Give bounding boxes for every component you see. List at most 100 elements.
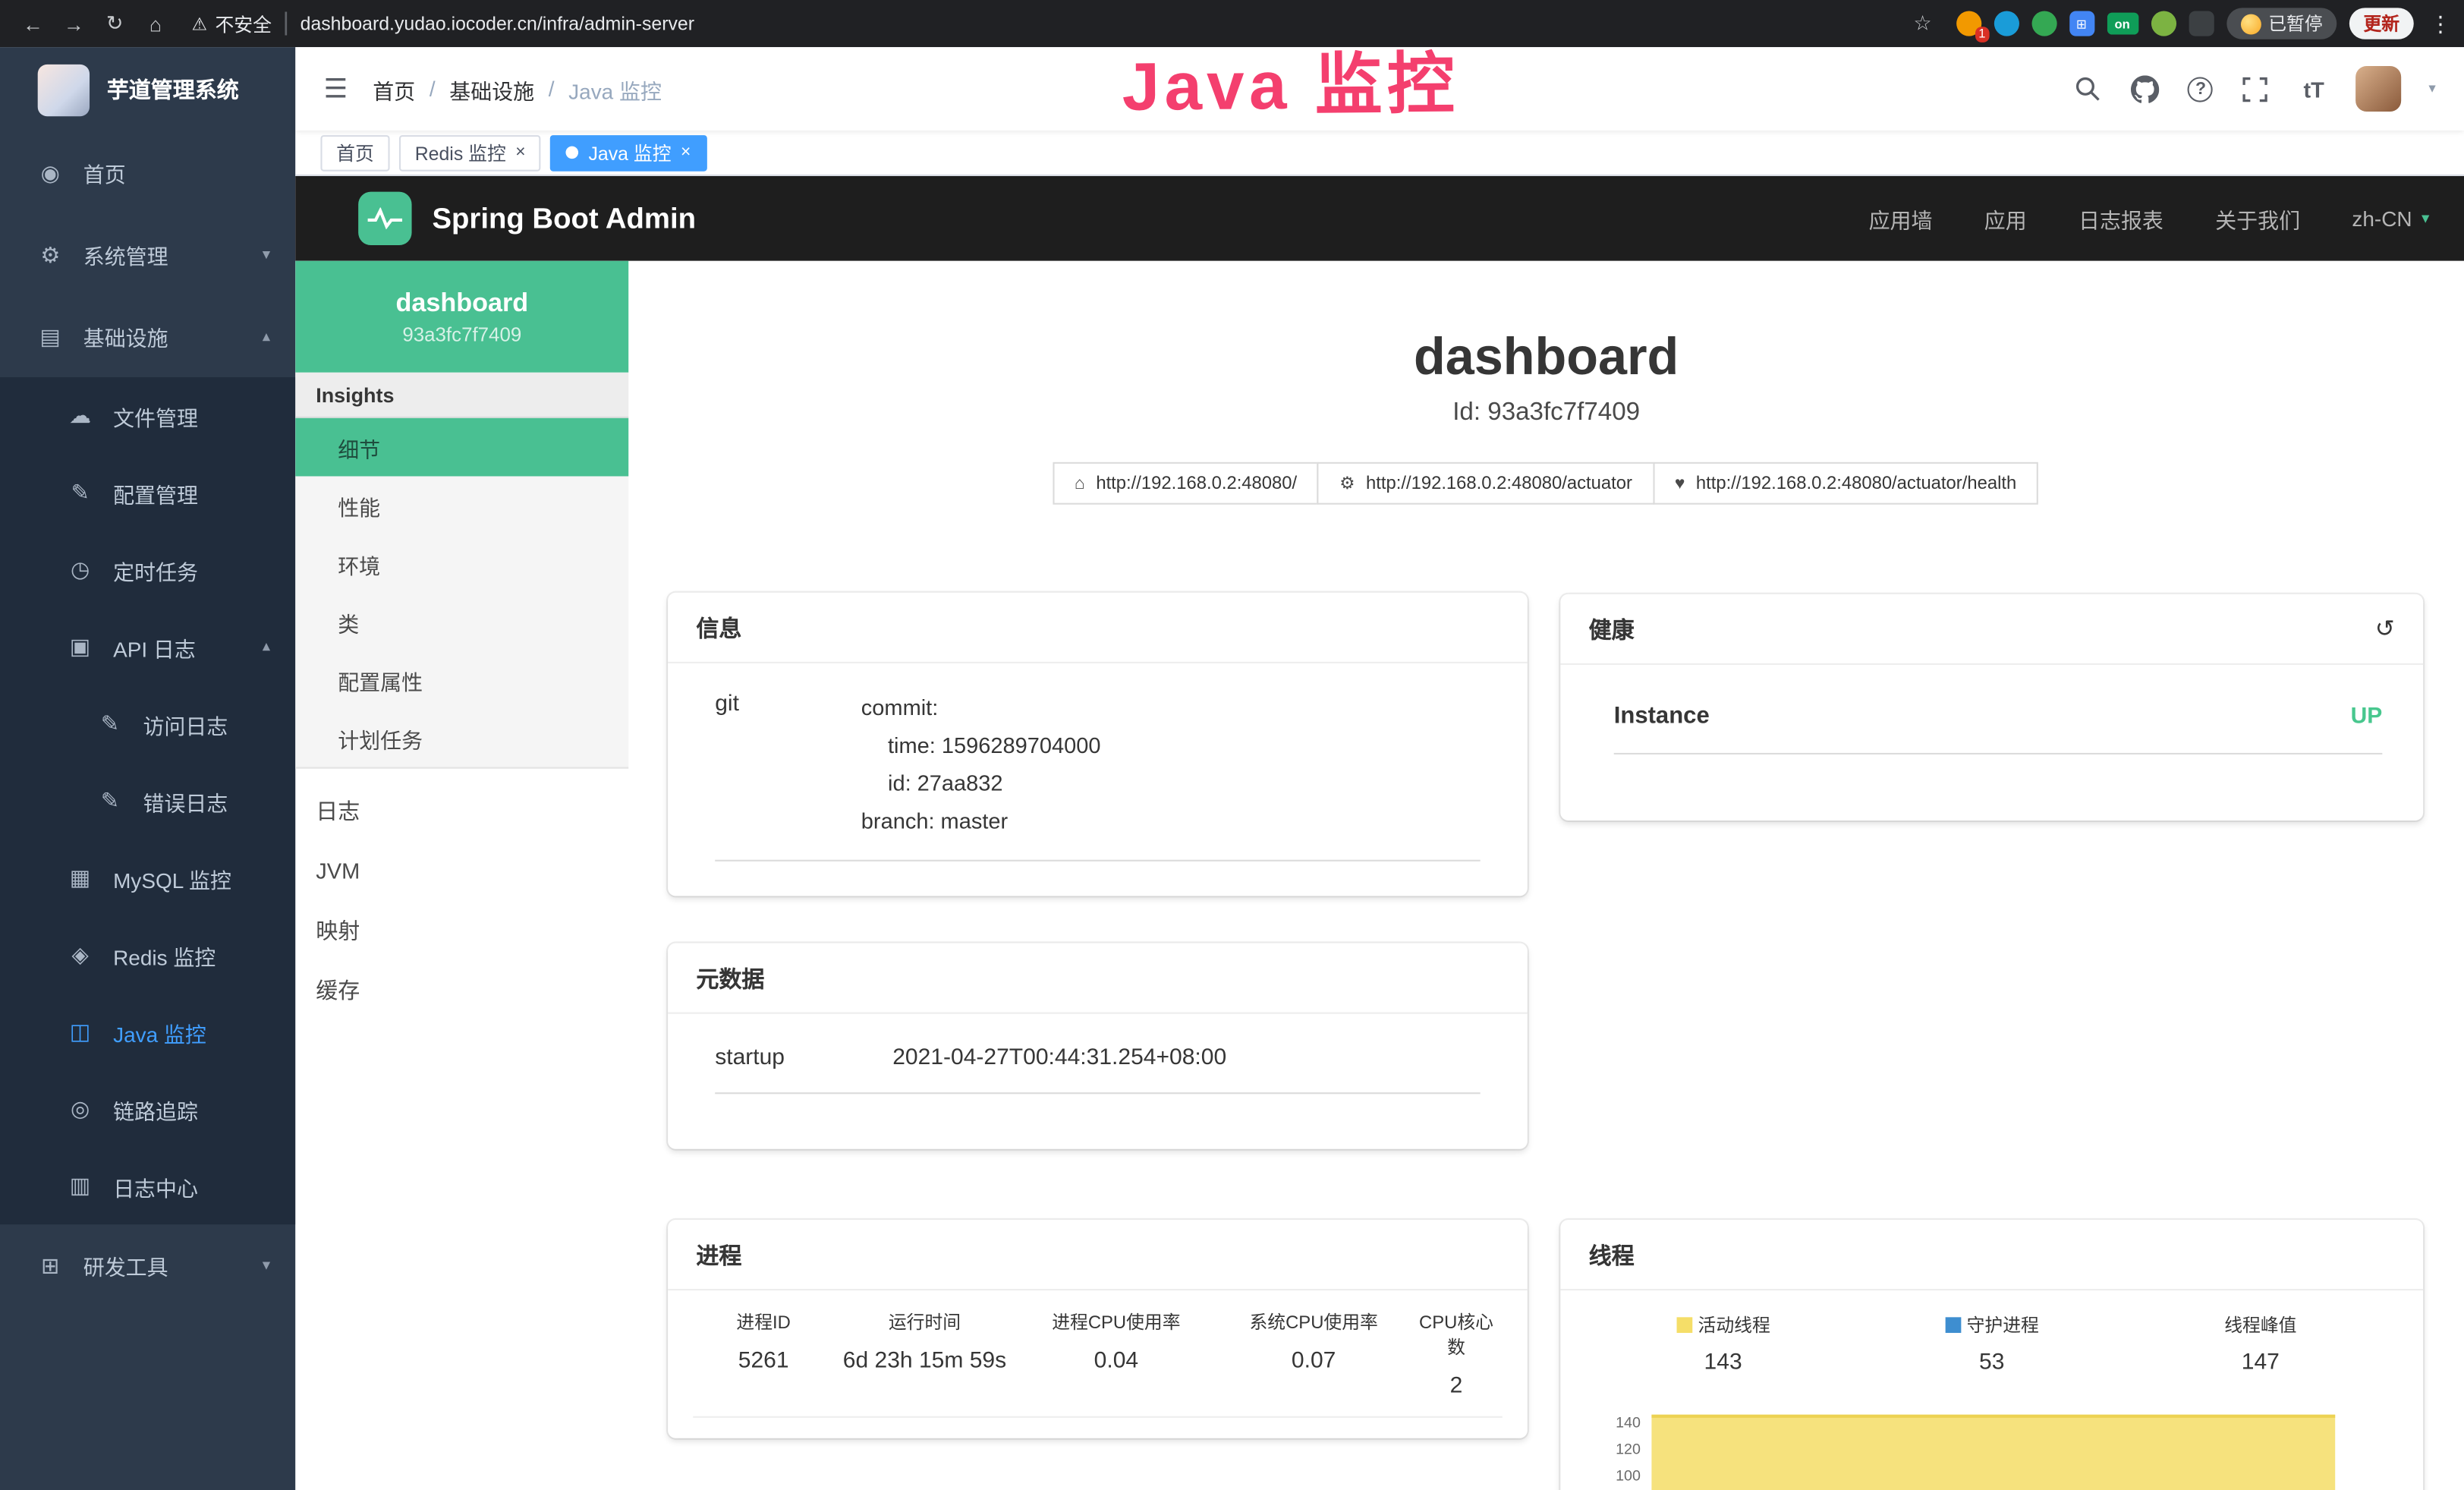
info-row-label: git	[715, 688, 861, 840]
breadcrumb-separator: /	[430, 77, 436, 100]
heartbeat-icon: ♥	[1675, 474, 1685, 493]
sba-item-jvm[interactable]: JVM	[295, 841, 628, 901]
sidebar-item-mysql-monitor[interactable]: ▦ MySQL 监控	[0, 840, 295, 916]
breadcrumb-infra[interactable]: 基础设施	[449, 73, 534, 104]
sba-locale-select[interactable]: zh-CN ▾	[2352, 206, 2429, 230]
actuator-url: http://192.168.0.2:48080/actuator	[1366, 474, 1632, 493]
column-value: 5261	[693, 1349, 834, 1374]
extension-fox-icon[interactable]: 1	[1956, 11, 1981, 36]
sidebar-item-dev-tools[interactable]: ⊞ 研发工具 ▾	[0, 1224, 295, 1306]
url-bar[interactable]: dashboard.yudao.iocoder.cn/infra/admin-s…	[301, 13, 694, 35]
close-icon[interactable]: ×	[515, 143, 525, 162]
github-icon[interactable]	[2130, 73, 2161, 104]
sidebar-item-infra[interactable]: ▤ 基础设施 ▴	[0, 295, 295, 377]
sidebar-item-label: 首页	[83, 157, 126, 188]
user-avatar[interactable]	[2356, 66, 2402, 112]
instance-header[interactable]: dashboard 93a3fc7f7409	[295, 261, 628, 373]
process-table: 进程ID 5261 运行时间 6d 23h 15m 59s 进程CPU使用率 0…	[693, 1309, 1502, 1418]
sba-nav-wallboard[interactable]: 应用墙	[1869, 203, 1933, 234]
page-title: dashboard	[628, 327, 2464, 387]
locale-value: zh-CN	[2352, 206, 2412, 230]
sidebar-item-home[interactable]: ◉ 首页	[0, 132, 295, 214]
sba-header: Spring Boot Admin 应用墙 应用 日志报表 关于我们 zh-CN…	[295, 176, 2464, 261]
help-icon[interactable]: ?	[2189, 76, 2214, 101]
sba-item-classes[interactable]: 类	[295, 593, 628, 651]
extension-green-icon[interactable]	[2031, 11, 2056, 36]
chevron-down-icon: ▾	[263, 1257, 270, 1274]
sba-nav-journal[interactable]: 日志报表	[2079, 203, 2163, 234]
axis-tick: 140	[1616, 1410, 1641, 1437]
paused-badge[interactable]: 已暂停	[2226, 8, 2337, 39]
sidebar-item-system[interactable]: ⚙ 系统管理 ▾	[0, 214, 295, 296]
sidebar-item-scheduled-jobs[interactable]: ◷ 定时任务	[0, 531, 295, 608]
breadcrumb-home[interactable]: 首页	[373, 73, 415, 104]
sba-item-config-props[interactable]: 配置属性	[295, 650, 628, 709]
sidebar-item-java-monitor[interactable]: ◫ Java 监控	[0, 994, 295, 1070]
actuator-url-button[interactable]: ⚙ http://192.168.0.2:48080/actuator	[1317, 462, 1654, 505]
sba-item-performance[interactable]: 性能	[295, 476, 628, 534]
sba-nav-about[interactable]: 关于我们	[2215, 203, 2300, 234]
tab-home[interactable]: 首页	[320, 134, 389, 171]
home-icon[interactable]: ⌂	[138, 6, 173, 41]
extension-grid-icon[interactable]: ⊞	[2069, 11, 2094, 36]
sba-item-logs[interactable]: 日志	[295, 781, 628, 841]
fullscreen-icon[interactable]	[2240, 73, 2271, 104]
sidebar-item-config-manage[interactable]: ✎ 配置管理	[0, 454, 295, 531]
sidebar-item-error-log[interactable]: ✎ 错误日志	[0, 762, 295, 839]
tab-redis-monitor[interactable]: Redis 监控 ×	[399, 134, 541, 171]
extension-drop-icon[interactable]	[1994, 11, 2019, 36]
extension-leaf-icon[interactable]	[2151, 11, 2176, 36]
sidebar-item-label: Redis 监控	[113, 939, 216, 970]
process-col-system-cpu: 系统CPU使用率 0.07	[1217, 1309, 1410, 1399]
sba-item-scheduled-tasks[interactable]: 计划任务	[295, 709, 628, 767]
face-emoji-icon	[2240, 14, 2261, 34]
column-value: 6d 23h 15m 59s	[834, 1349, 1015, 1374]
sidebar-item-redis-monitor[interactable]: ◈ Redis 监控	[0, 916, 295, 993]
sba-item-mappings[interactable]: 映射	[295, 901, 628, 961]
process-col-cpus: CPU核心数 2	[1410, 1309, 1502, 1399]
git-time-line: time: 1596289704000	[861, 726, 1101, 764]
health-card-title: 健康	[1589, 613, 1635, 645]
sidebar-item-label: MySQL 监控	[113, 862, 231, 893]
font-size-icon[interactable]: tT	[2298, 73, 2329, 104]
extension-on-icon[interactable]: on	[2107, 13, 2138, 35]
sba-item-details[interactable]: 细节	[295, 418, 628, 477]
app-logo[interactable]: 芋道管理系统	[0, 47, 295, 132]
extension-puzzle-icon[interactable]	[2189, 11, 2214, 36]
sidebar-item-log-center[interactable]: ▥ 日志中心	[0, 1148, 295, 1224]
sidebar-item-access-log[interactable]: ✎ 访问日志	[0, 685, 295, 762]
metadata-key: startup	[715, 1045, 892, 1070]
health-url-button[interactable]: ♥ http://192.168.0.2:48080/actuator/heal…	[1653, 462, 2038, 505]
bookmark-star-icon[interactable]: ☆	[1905, 6, 1940, 41]
back-icon[interactable]: ←	[16, 6, 51, 41]
axis-tick: 100	[1616, 1463, 1641, 1490]
legend-square-blue	[1945, 1317, 1961, 1333]
sba-nav-applications[interactable]: 应用	[1984, 203, 2027, 234]
api-log-icon: ▣	[68, 634, 93, 660]
mysql-icon: ▦	[68, 865, 93, 891]
browser-menu-icon[interactable]: ⋮	[2429, 10, 2451, 36]
legend-peak-threads: 线程峰值 147	[2126, 1312, 2395, 1375]
threads-card: 线程 活动线程 143	[1560, 1220, 2423, 1490]
close-icon[interactable]: ×	[681, 143, 691, 162]
update-button[interactable]: 更新	[2349, 8, 2414, 39]
avatar-caret-icon[interactable]: ▾	[2428, 80, 2435, 98]
insights-section-header: Insights	[295, 373, 628, 418]
tab-java-monitor[interactable]: Java 监控 ×	[551, 134, 706, 171]
history-icon[interactable]: ↺	[2375, 615, 2395, 643]
hamburger-icon[interactable]: ☰	[324, 73, 348, 104]
reload-icon[interactable]: ↻	[97, 6, 132, 41]
sidebar-item-file-manage[interactable]: ☁ 文件管理	[0, 377, 295, 454]
metadata-row: startup 2021-04-27T00:44:31.254+08:00	[715, 1045, 1480, 1094]
forward-icon[interactable]: →	[57, 6, 92, 41]
sba-item-caches[interactable]: 缓存	[295, 960, 628, 1020]
service-url-button[interactable]: ⌂ http://192.168.0.2:48080/	[1053, 462, 1319, 505]
sidebar-item-api-log[interactable]: ▣ API 日志 ▴	[0, 608, 295, 685]
security-indicator[interactable]: ⚠ 不安全	[192, 10, 272, 36]
git-branch-line: branch: master	[861, 802, 1101, 840]
sidebar-item-trace[interactable]: ◎ 链路追踪	[0, 1070, 295, 1147]
sba-item-environment[interactable]: 环境	[295, 534, 628, 593]
search-icon[interactable]	[2072, 73, 2103, 104]
tab-label: 首页	[336, 139, 374, 165]
threads-chart-area	[1651, 1415, 2335, 1490]
